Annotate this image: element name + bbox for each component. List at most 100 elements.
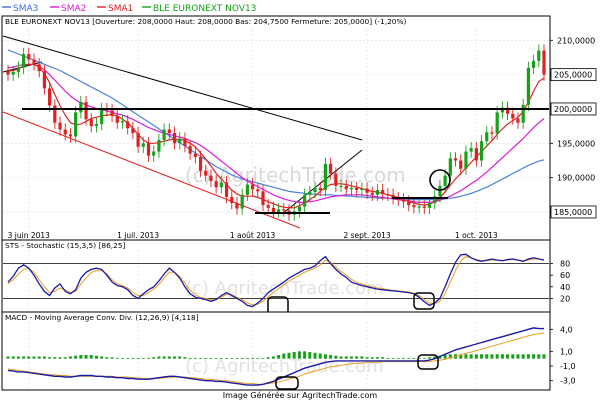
candle-body (526, 67, 530, 105)
macd-histogram-bar (381, 357, 385, 359)
candle-body (74, 112, 78, 137)
time-tick-label: 1 oct. 2013 (455, 231, 498, 240)
candle-body (84, 102, 88, 120)
candle-body (188, 146, 192, 154)
legend-sma1: SMA1 (108, 4, 133, 14)
macd-histogram-bar (422, 357, 426, 359)
macd-histogram-bar (131, 357, 135, 359)
macd-histogram-bar (136, 357, 140, 359)
macd-panel (1, 311, 551, 391)
macd-histogram-bar (344, 356, 348, 359)
candle-body (417, 206, 421, 208)
candle-body (63, 129, 67, 135)
macd-histogram-bar (157, 356, 161, 359)
macd-histogram-bar (339, 356, 343, 359)
macd-histogram-bar (516, 354, 520, 359)
candle-body (323, 163, 328, 190)
macd-histogram-bar (11, 356, 15, 359)
candle-body (136, 133, 140, 147)
candle-body (485, 132, 489, 142)
macd-histogram-bar (261, 357, 265, 359)
macd-histogram-bar (120, 357, 124, 359)
macd-histogram-bar (188, 357, 192, 359)
macd-histogram-bar (32, 356, 36, 359)
macd-histogram-bar (485, 354, 489, 359)
candle-body (230, 196, 234, 204)
candle-body (542, 50, 546, 75)
candle-body (42, 71, 47, 89)
macd-histogram-bar (167, 356, 171, 359)
macd-histogram-bar (511, 354, 515, 359)
macd-histogram-bar (542, 354, 546, 359)
stochastic-axis: 20 40 60 80 (550, 260, 570, 303)
candle-body (89, 119, 93, 127)
candle-body (141, 143, 145, 147)
candle-body (531, 60, 536, 68)
macd-histogram-bar (396, 357, 400, 359)
macd-histogram-bar (474, 354, 478, 359)
macd-histogram-bar (219, 357, 223, 359)
macd-histogram-bar (292, 352, 296, 359)
candle-body (235, 203, 239, 209)
candle-body (537, 50, 541, 61)
candle-body (120, 121, 125, 123)
macd-watermark: (c) AgritechTrade.com (185, 356, 384, 377)
macd-histogram-bar (506, 354, 510, 359)
candle-body (412, 205, 416, 208)
candle-body (79, 102, 83, 113)
candle-body (511, 113, 515, 119)
candle-body (167, 129, 171, 133)
candle-body (448, 158, 452, 176)
candle-body (16, 67, 21, 72)
candle-body (438, 185, 442, 197)
candle-body (204, 170, 208, 176)
candle-body (464, 151, 468, 169)
candle-body (68, 134, 73, 137)
macd-histogram-bar (375, 357, 379, 359)
macd-histogram-bar (199, 357, 203, 359)
macd-histogram-bar (412, 357, 416, 359)
macd-histogram-bar (37, 356, 41, 359)
candle-body (318, 187, 322, 190)
macd-histogram-bar (100, 356, 104, 359)
time-tick-label: 2 sept. 2013 (343, 231, 390, 240)
macd-histogram-bar (115, 357, 119, 359)
macd-histogram-bar (313, 352, 317, 359)
legend-sma3: SMA3 (13, 4, 38, 14)
macd-histogram-bar (178, 356, 182, 359)
candle-body (94, 124, 99, 127)
candle-body (381, 189, 385, 195)
macd-histogram-bar (16, 356, 20, 359)
macd-histogram-bar (271, 356, 275, 359)
stochastic-panel (1, 239, 551, 313)
macd-tick-label: -3,0 (560, 377, 576, 386)
macd-histogram-bar (105, 357, 109, 359)
macd-histogram-bar (235, 357, 239, 359)
candle-body (401, 199, 406, 202)
macd-histogram-bar (329, 355, 333, 359)
candle-body (157, 139, 161, 152)
macd-histogram-bar (428, 357, 432, 359)
macd-histogram-bar (365, 357, 369, 359)
candle-body (360, 188, 364, 190)
price-panel (1, 15, 551, 241)
legend-ble: BLE EURONEXT NOV13 (153, 4, 256, 14)
macd-histogram-bar (126, 357, 130, 359)
stochastic-tick-label: 20 (560, 294, 570, 303)
macd-histogram-bar (245, 357, 249, 359)
macd-histogram-bar (42, 356, 46, 359)
candle-body (474, 148, 478, 161)
macd-histogram-bar (204, 357, 208, 359)
candle-body (355, 187, 359, 190)
macd-histogram-bar (334, 355, 338, 359)
current-price-label: 205,0000 (554, 71, 592, 80)
macd-histogram-bar (193, 357, 197, 359)
candle-body (386, 194, 390, 196)
candle-body (32, 59, 36, 65)
macd-histogram-bar (401, 357, 405, 359)
legend: SMA3 SMA2 SMA1 BLE EURONEXT NOV13 (0, 0, 600, 14)
candle-body (209, 175, 213, 182)
macd-histogram-bar (94, 355, 98, 359)
legend-sma2: SMA2 (61, 4, 86, 14)
macd-histogram-bar (495, 354, 499, 359)
